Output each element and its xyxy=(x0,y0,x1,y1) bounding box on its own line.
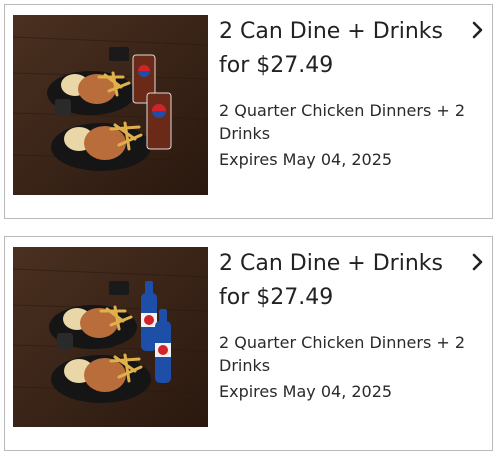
offer-title: 2 Can Dine + Drinks for $27.49 xyxy=(219,19,443,78)
offer-title: 2 Can Dine + Drinks for $27.49 xyxy=(219,251,443,310)
offer-card[interactable]: 2 Can Dine + Drinks for $27.49 2 Quarter… xyxy=(4,236,493,451)
offer-expiry: Expires May 04, 2025 xyxy=(219,150,393,169)
offer-card[interactable]: 2 Can Dine + Drinks for $27.49 2 Quarter… xyxy=(4,4,493,219)
chevron-right-icon[interactable] xyxy=(470,251,486,273)
offer-expiry: Expires May 04, 2025 xyxy=(219,382,393,401)
offer-image xyxy=(13,247,208,427)
offer-description: 2 Quarter Chicken Dinners + 2 Drinks xyxy=(219,333,466,375)
offer-description: 2 Quarter Chicken Dinners + 2 Drinks xyxy=(219,101,466,143)
chevron-right-icon[interactable] xyxy=(470,19,486,41)
offer-image xyxy=(13,15,208,195)
